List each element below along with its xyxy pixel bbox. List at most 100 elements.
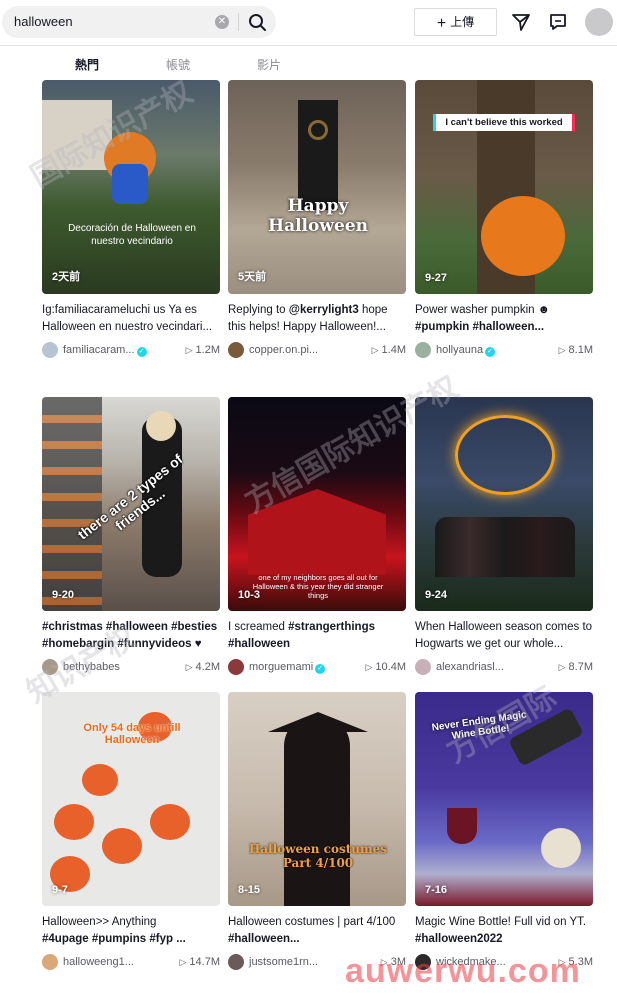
wine-glass-image	[447, 808, 477, 844]
username[interactable]: justsome1rn...	[249, 956, 318, 968]
username[interactable]: halloweeng1...	[63, 956, 134, 968]
video-overlay-text: Only 54 days untill Halloween	[83, 722, 181, 746]
username[interactable]: morguemami ✓	[249, 661, 326, 674]
play-icon: ▷	[179, 957, 187, 967]
top-bar: halloween ✕ + 上傳	[0, 0, 617, 46]
video-caption: When Halloween season comes to Hogwarts …	[415, 621, 593, 650]
people-silhouettes-image	[435, 517, 575, 577]
wreath-image	[308, 120, 328, 140]
tab-top[interactable]: 熱門	[75, 56, 99, 73]
avatar[interactable]	[42, 659, 58, 675]
video-thumbnail[interactable]: Decoración de Halloween en nuestro vecin…	[42, 80, 220, 294]
inflatable-body-image	[112, 164, 148, 204]
verified-icon: ✓	[485, 347, 496, 357]
play-icon: ▷	[558, 345, 566, 355]
pumpkin-image	[102, 828, 142, 864]
play-icon: ▷	[558, 662, 566, 672]
view-count: ▷ 10.4M	[365, 661, 407, 673]
search-bar: halloween ✕	[2, 6, 276, 38]
video-overlay-text: Halloween costumes Part 4/100	[248, 842, 388, 870]
video-thumbnail[interactable]: 9-24	[415, 397, 593, 611]
pumpkin-image	[150, 804, 190, 840]
video-overlay-text: one of my neighbors goes all out for Hal…	[252, 573, 384, 600]
video-thumbnail[interactable]: there are 2 types of friends... 9-20	[42, 397, 220, 611]
view-count: ▷ 1.4M	[371, 344, 406, 356]
store-shelf-image	[42, 397, 102, 611]
profile-avatar[interactable]	[585, 8, 613, 36]
heart-emoji-icon: ♥	[194, 638, 202, 650]
paper-plane-icon[interactable]	[510, 11, 532, 33]
grinning-emoji-icon: ☻	[537, 304, 550, 316]
video-meta: halloweeng1... ▷ 14.7M	[42, 954, 220, 972]
video-caption: Power washer pumpkin ☻ #pumpkin #hallowee…	[415, 304, 550, 333]
username[interactable]: hollyauna ✓	[436, 344, 496, 357]
search-icon[interactable]	[246, 12, 268, 32]
video-meta: morguemami ✓ ▷ 10.4M	[228, 659, 406, 677]
video-thumbnail[interactable]: Happy Halloween 5天前	[228, 80, 406, 294]
video-date: 10-3	[238, 589, 261, 601]
avatar[interactable]	[228, 342, 244, 358]
upload-button[interactable]: + 上傳	[414, 8, 497, 36]
avatar[interactable]	[415, 342, 431, 358]
plus-icon: +	[436, 15, 447, 32]
person-head-image	[146, 411, 176, 441]
avatar[interactable]	[228, 954, 244, 970]
house-image	[248, 489, 386, 575]
pumpkin-image	[481, 196, 565, 276]
video-caption: Replying to @kerrylight3 hope this helps…	[228, 304, 388, 333]
view-count: ▷ 4.2M	[185, 661, 220, 673]
video-meta: familiacaram... ✓ ▷ 1.2M	[42, 342, 220, 360]
verified-icon: ✓	[136, 347, 147, 357]
video-date: 8-15	[238, 884, 261, 896]
avatar[interactable]	[42, 342, 58, 358]
video-meta: bethybabes ▷ 4.2M	[42, 659, 220, 677]
site-watermark: auwerwu.com	[345, 952, 581, 990]
skull-image	[541, 828, 581, 868]
video-thumbnail[interactable]: Only 54 days untill Halloween 9-7	[42, 692, 220, 906]
verified-icon: ✓	[315, 664, 326, 674]
play-icon: ▷	[371, 345, 379, 355]
video-date: 7-16	[425, 884, 448, 896]
video-meta: hollyauna ✓ ▷ 8.1M	[415, 342, 593, 360]
view-count: ▷ 8.7M	[558, 661, 593, 673]
video-thumbnail[interactable]: one of my neighbors goes all out for Hal…	[228, 397, 406, 611]
video-overlay-text: I can't believe this worked	[433, 114, 575, 131]
video-caption: Halloween>> Anything #4upage #pumpins #f…	[42, 916, 186, 945]
tab-videos[interactable]: 影片	[257, 56, 281, 73]
upload-label: 上傳	[450, 15, 475, 29]
username[interactable]: bethybabes	[63, 661, 120, 673]
video-meta: copper.on.pi... ▷ 1.4M	[228, 342, 406, 360]
username[interactable]: alexandriasl...	[436, 661, 504, 673]
door-image	[298, 100, 338, 210]
username[interactable]: copper.on.pi...	[249, 344, 318, 356]
video-date: 9-24	[425, 589, 448, 601]
video-date: 9-27	[425, 272, 448, 284]
video-thumbnail[interactable]: I can't believe this worked 9-27	[415, 80, 593, 294]
avatar[interactable]	[415, 659, 431, 675]
view-count: ▷ 14.7M	[179, 956, 221, 968]
video-caption: Ig:familiacarameluchi us Ya es Halloween…	[42, 304, 213, 333]
avatar[interactable]	[228, 659, 244, 675]
video-overlay-text: Decoración de Halloween en nuestro vecin…	[68, 223, 196, 247]
video-date: 9-7	[52, 884, 68, 896]
message-icon[interactable]	[547, 11, 569, 33]
tab-accounts[interactable]: 帳號	[166, 56, 190, 73]
video-date: 5天前	[238, 271, 267, 283]
witch-hat-image	[268, 712, 368, 732]
play-icon: ▷	[365, 662, 373, 672]
video-thumbnail[interactable]: Halloween costumes Part 4/100 8-15	[228, 692, 406, 906]
video-date: 9-20	[52, 589, 75, 601]
close-circle-icon[interactable]: ✕	[215, 15, 229, 29]
video-meta: alexandriasl... ▷ 8.7M	[415, 659, 593, 677]
search-divider	[238, 13, 239, 31]
video-caption: Magic Wine Bottle! Full vid on YT. #hall…	[415, 916, 587, 945]
person-image	[284, 716, 350, 906]
play-icon: ▷	[185, 662, 193, 672]
search-input[interactable]: halloween	[14, 14, 73, 29]
pumpkin-image	[54, 804, 94, 840]
video-thumbnail[interactable]: Never Ending Magic Wine Bottle! 7-16	[415, 692, 593, 906]
avatar[interactable]	[42, 954, 58, 970]
fire-pumpkin-image	[455, 415, 555, 495]
username[interactable]: familiacaram... ✓	[63, 344, 147, 357]
video-caption: I screamed #strangerthings #halloween	[228, 621, 375, 650]
